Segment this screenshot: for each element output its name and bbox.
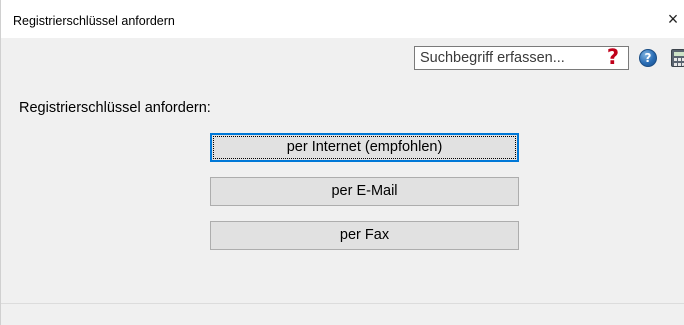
request-via-fax-button[interactable]: per Fax: [210, 221, 519, 250]
register-key-dialog: Registrierschlüssel anfordern × ? ? Regi…: [0, 0, 684, 325]
search-input[interactable]: [414, 46, 629, 70]
help-icon[interactable]: ?: [639, 49, 657, 67]
request-via-internet-button[interactable]: per Internet (empfohlen): [210, 133, 519, 162]
toolbar: ? ?: [1, 38, 684, 76]
close-button[interactable]: ×: [661, 8, 684, 32]
calculator-screen: [674, 52, 684, 56]
question-mark-icon[interactable]: ?: [603, 45, 623, 69]
window-title: Registrierschlüssel anfordern: [13, 14, 175, 28]
request-key-label: Registrierschlüssel anfordern:: [19, 100, 211, 116]
request-via-email-button[interactable]: per E-Mail: [210, 177, 519, 206]
calculator-icon[interactable]: [671, 49, 684, 67]
bottom-divider: [1, 303, 684, 304]
title-bar: Registrierschlüssel anfordern ×: [1, 0, 684, 38]
calculator-keys: [674, 58, 684, 66]
